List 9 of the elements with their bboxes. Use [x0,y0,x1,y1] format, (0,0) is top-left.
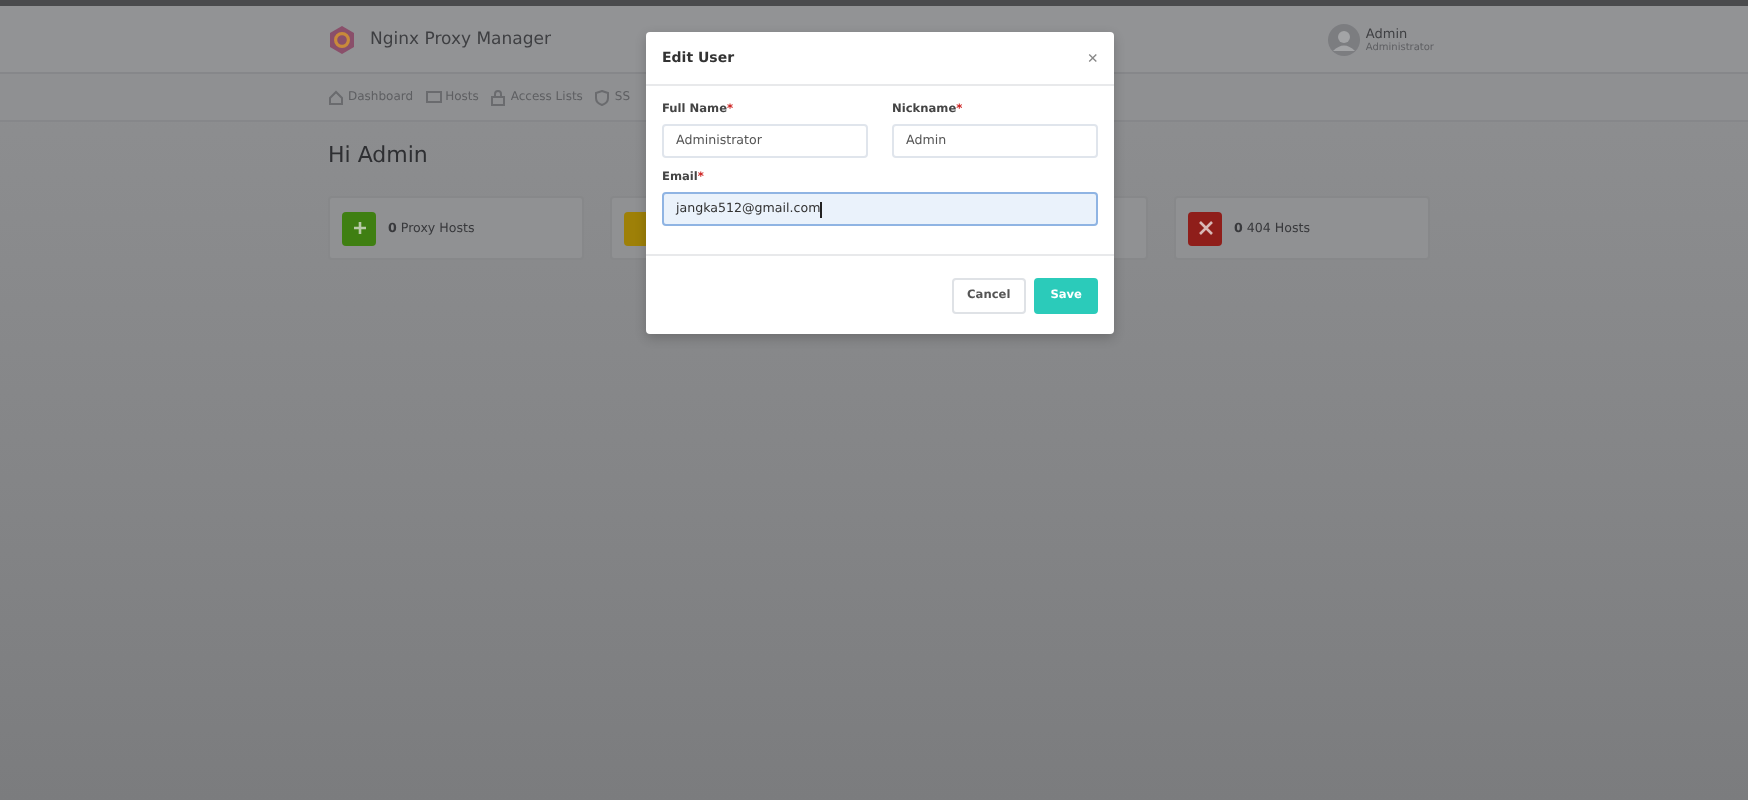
shield-icon [594,89,611,105]
logo-icon [328,25,356,53]
close-button[interactable]: × [1087,48,1098,68]
app-title: Nginx Proxy Manager [370,29,551,49]
monitor-icon [425,89,442,105]
greeting-heading: Hi Admin [328,142,430,168]
avatar-icon [1327,23,1360,55]
lock-icon [490,89,507,105]
home-icon [328,89,344,105]
